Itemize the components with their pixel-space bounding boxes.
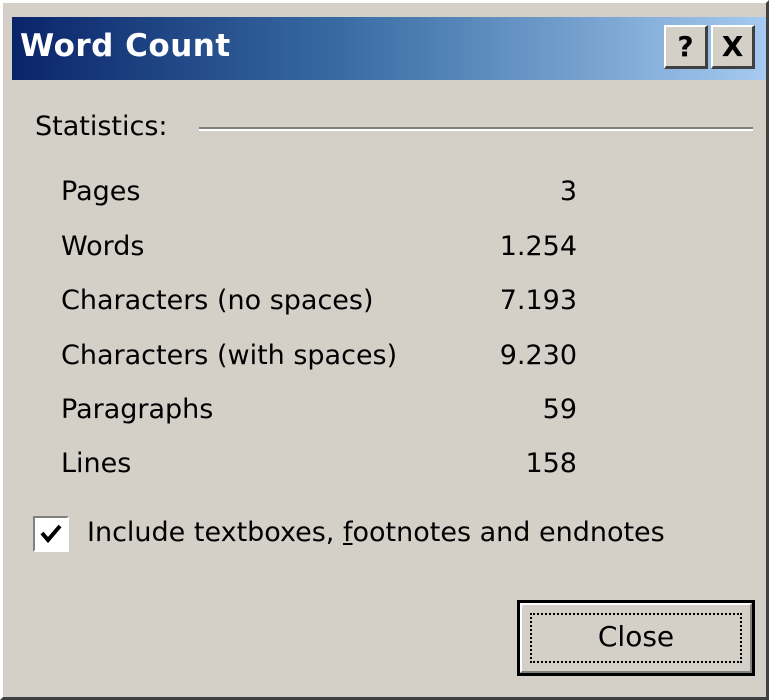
stat-label: Pages xyxy=(61,176,141,207)
title-close-button[interactable]: X xyxy=(711,25,755,69)
stat-value: 7.193 xyxy=(499,285,577,316)
stat-row-lines: Lines 158 xyxy=(61,448,581,488)
include-textboxes-label[interactable]: Include textboxes, footnotes and endnote… xyxy=(87,517,665,548)
word-count-dialog: Word Count ? X Statistics: Pages 3 Words… xyxy=(0,0,769,700)
close-button[interactable]: Close xyxy=(517,600,755,676)
close-button-label: Close xyxy=(597,620,675,653)
statistics-group-label: Statistics: xyxy=(35,111,168,142)
stat-label: Lines xyxy=(61,448,132,479)
stat-row-paragraphs: Paragraphs 59 xyxy=(61,394,581,434)
stat-row-characters-with-spaces: Characters (with spaces) 9.230 xyxy=(61,340,581,380)
stat-value: 158 xyxy=(525,448,577,479)
stat-value: 9.230 xyxy=(499,340,577,371)
stat-value: 3 xyxy=(559,176,577,207)
stat-value: 59 xyxy=(542,394,577,425)
stat-row-pages: Pages 3 xyxy=(61,176,581,216)
stat-label: Paragraphs xyxy=(61,394,214,425)
help-button[interactable]: ? xyxy=(664,25,708,69)
checkmark-icon xyxy=(40,524,62,544)
stat-label: Characters (no spaces) xyxy=(61,285,374,316)
group-divider xyxy=(199,127,753,131)
dialog-title: Word Count xyxy=(20,28,231,64)
stat-label: Words xyxy=(61,231,145,262)
title-bar[interactable]: Word Count ? X xyxy=(12,17,766,80)
stat-label: Characters (with spaces) xyxy=(61,340,398,371)
stat-value: 1.254 xyxy=(499,231,577,262)
include-textboxes-checkbox[interactable] xyxy=(33,516,69,552)
stat-row-characters-no-spaces: Characters (no spaces) 7.193 xyxy=(61,285,581,325)
stat-row-words: Words 1.254 xyxy=(61,231,581,271)
